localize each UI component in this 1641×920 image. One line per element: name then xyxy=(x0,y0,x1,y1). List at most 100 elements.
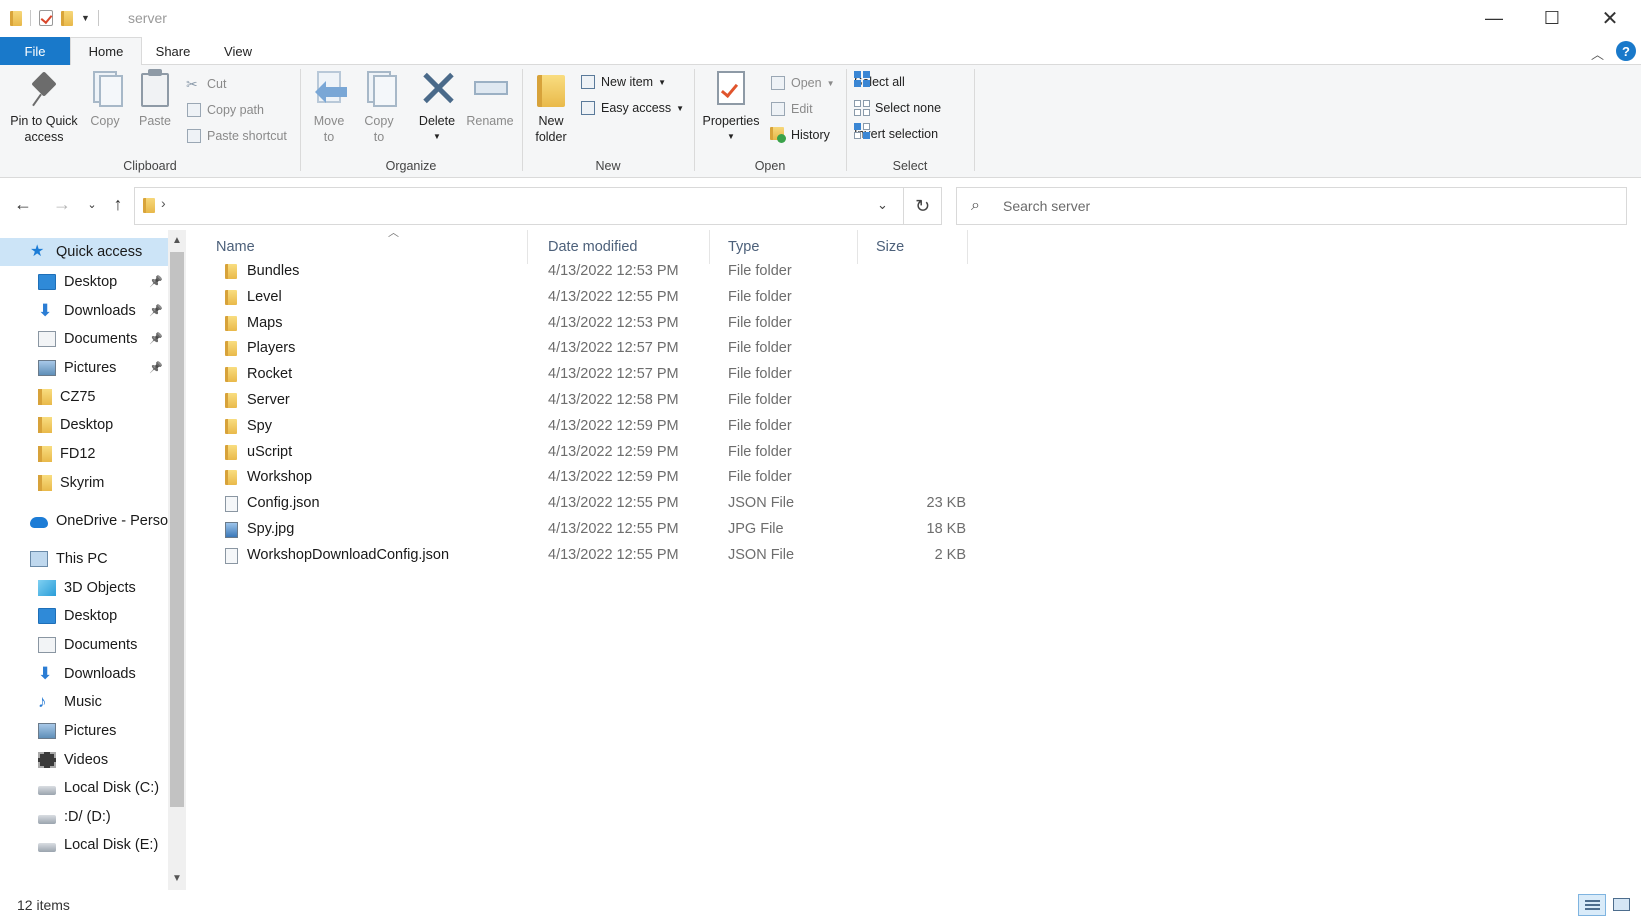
pin-icon: 📌 xyxy=(149,333,163,345)
nav-item[interactable]: Pictures 📌 xyxy=(0,354,175,382)
nav-item[interactable]: ⬇ Downloads 📌 xyxy=(0,297,175,325)
file-row[interactable]: Maps 4/13/2022 12:53 PM File folder xyxy=(186,310,966,337)
easy-access-button[interactable]: Easy access ▼ xyxy=(580,97,684,119)
file-row[interactable]: Config.json 4/13/2022 12:55 PM JSON File 23… xyxy=(186,490,966,517)
file-row[interactable]: Rocket 4/13/2022 12:57 PM File folder xyxy=(186,361,966,388)
delete-button[interactable]: Delete ▼ xyxy=(414,69,460,145)
nav-item[interactable]: 3D Objects xyxy=(0,574,175,602)
paste-button[interactable]: Paste xyxy=(132,69,178,129)
copy-button[interactable]: Copy xyxy=(84,69,126,129)
forward-button[interactable]: → xyxy=(50,192,74,216)
documents-icon xyxy=(38,637,56,653)
folder-icon xyxy=(10,10,22,26)
nav-item[interactable]: ♪ Music xyxy=(0,688,175,716)
rename-button[interactable]: Rename xyxy=(464,69,516,129)
file-row[interactable]: Level 4/13/2022 12:55 PM File folder xyxy=(186,284,966,311)
nav-item[interactable]: This PC xyxy=(0,545,175,573)
sort-ascending-icon: ︿ xyxy=(388,227,399,239)
divider xyxy=(846,69,847,171)
file-name: Bundles xyxy=(247,263,300,279)
nav-item[interactable]: Documents xyxy=(0,631,175,659)
nav-item[interactable]: ★ Quick access xyxy=(0,238,175,266)
recent-locations-chevron-icon[interactable]: ⌄ xyxy=(80,192,104,216)
search-box[interactable]: ⌕ xyxy=(956,187,1627,225)
nav-item[interactable]: Desktop 📌 xyxy=(0,268,175,296)
easy-access-label: Easy access xyxy=(601,101,672,115)
nav-item[interactable]: Local Disk (C:) xyxy=(0,774,175,802)
select-all-button[interactable]: Select all xyxy=(854,71,905,93)
open-button[interactable]: Open ▼ xyxy=(770,72,835,94)
nav-item[interactable]: CZ75 xyxy=(0,383,175,411)
details-view-button[interactable] xyxy=(1578,894,1606,916)
scroll-up-arrow-icon[interactable]: ▲ xyxy=(168,230,186,250)
scroll-down-arrow-icon[interactable]: ▼ xyxy=(168,868,186,888)
move-to-label-line2: to xyxy=(323,130,335,144)
history-label: History xyxy=(791,128,830,142)
maximize-button[interactable]: ☐ xyxy=(1523,0,1581,37)
nav-item[interactable]: Local Disk (E:) xyxy=(0,831,175,859)
new-item-button[interactable]: New item ▼ xyxy=(580,71,666,93)
pin-to-quick-access-button[interactable]: Pin to Quick access xyxy=(6,69,82,145)
new-group-label: New xyxy=(595,159,621,173)
file-row[interactable]: Server 4/13/2022 12:58 PM File folder xyxy=(186,387,966,414)
nav-pane-scrollbar[interactable]: ▲ ▼ xyxy=(168,230,186,890)
edit-button[interactable]: Edit xyxy=(770,98,813,120)
file-row[interactable]: WorkshopDownloadConfig.json 4/13/2022 12:… xyxy=(186,542,966,569)
cut-button[interactable]: ✂ Cut xyxy=(186,73,226,95)
collapse-ribbon-icon[interactable]: ︿ xyxy=(1591,44,1604,63)
nav-item[interactable]: FD12 xyxy=(0,440,175,468)
nav-item[interactable]: Skyrim xyxy=(0,469,175,497)
help-icon[interactable]: ? xyxy=(1616,41,1636,61)
desktop-icon xyxy=(38,608,56,624)
file-row[interactable]: Spy 4/13/2022 12:59 PM File folder xyxy=(186,413,966,440)
nav-item[interactable]: Desktop xyxy=(0,411,175,439)
nav-item[interactable]: Desktop xyxy=(0,602,175,630)
new-folder-button[interactable]: New folder xyxy=(530,69,572,145)
back-button[interactable]: ← xyxy=(11,192,35,216)
nav-item[interactable]: Documents 📌 xyxy=(0,325,175,353)
close-button[interactable]: ✕ xyxy=(1581,0,1639,37)
breadcrumb-separator[interactable]: › xyxy=(161,195,166,211)
file-date-modified: 4/13/2022 12:55 PM xyxy=(548,546,679,563)
tab-view[interactable]: View xyxy=(206,37,270,65)
file-row[interactable]: Players 4/13/2022 12:57 PM File folder xyxy=(186,335,966,362)
nav-item[interactable]: OneDrive - Person xyxy=(0,507,175,535)
refresh-button[interactable]: ↻ xyxy=(904,187,942,225)
scrollbar-thumb[interactable] xyxy=(170,252,184,807)
up-button[interactable]: ↑ xyxy=(106,192,130,216)
large-icons-view-button[interactable] xyxy=(1610,894,1634,916)
minimize-button[interactable]: — xyxy=(1465,0,1523,37)
file-row[interactable]: Spy.jpg 4/13/2022 12:55 PM JPG File 18 KB xyxy=(186,516,966,543)
tab-file[interactable]: File xyxy=(0,37,70,65)
nav-item-label: Downloads xyxy=(64,303,136,319)
address-dropdown-chevron-icon[interactable]: ⌄ xyxy=(877,197,888,213)
file-type: JSON File xyxy=(728,495,795,512)
new-folder-icon[interactable] xyxy=(61,10,73,26)
delete-label: Delete xyxy=(418,114,456,128)
invert-selection-button[interactable]: Invert selection xyxy=(854,123,938,145)
properties-button[interactable]: Properties ▼ xyxy=(700,69,762,145)
file-list: Name ︿ Date modified Type Size Bundles 4/… xyxy=(186,227,1641,890)
properties-icon[interactable] xyxy=(39,10,53,26)
nav-item[interactable]: :D/ (D:) xyxy=(0,803,175,831)
tab-home[interactable]: Home xyxy=(70,37,142,65)
file-row[interactable]: uScript 4/13/2022 12:59 PM File folder xyxy=(186,439,966,466)
tab-share[interactable]: Share xyxy=(142,37,204,65)
customize-toolbar-chevron-icon[interactable]: ▼ xyxy=(81,13,90,23)
search-input[interactable] xyxy=(1003,196,1603,216)
nav-item[interactable]: ⬇ Downloads xyxy=(0,660,175,688)
select-none-button[interactable]: Select none xyxy=(854,97,941,119)
select-none-icon xyxy=(854,100,870,116)
nav-item[interactable]: Pictures xyxy=(0,717,175,745)
move-to-button[interactable]: Move to xyxy=(308,69,350,145)
file-type: JSON File xyxy=(728,546,795,563)
history-button[interactable]: History xyxy=(770,124,830,146)
copy-to-button[interactable]: Copy to xyxy=(358,69,400,145)
paste-shortcut-button[interactable]: Paste shortcut xyxy=(186,125,287,147)
address-bar[interactable]: › ⌄ xyxy=(134,187,904,225)
search-icon: ⌕ xyxy=(971,197,980,214)
copy-path-button[interactable]: Copy path xyxy=(186,99,264,121)
nav-item[interactable]: Videos xyxy=(0,746,175,774)
file-row[interactable]: Workshop 4/13/2022 12:59 PM File folder xyxy=(186,464,966,491)
file-row[interactable]: Bundles 4/13/2022 12:53 PM File folder xyxy=(186,258,966,285)
